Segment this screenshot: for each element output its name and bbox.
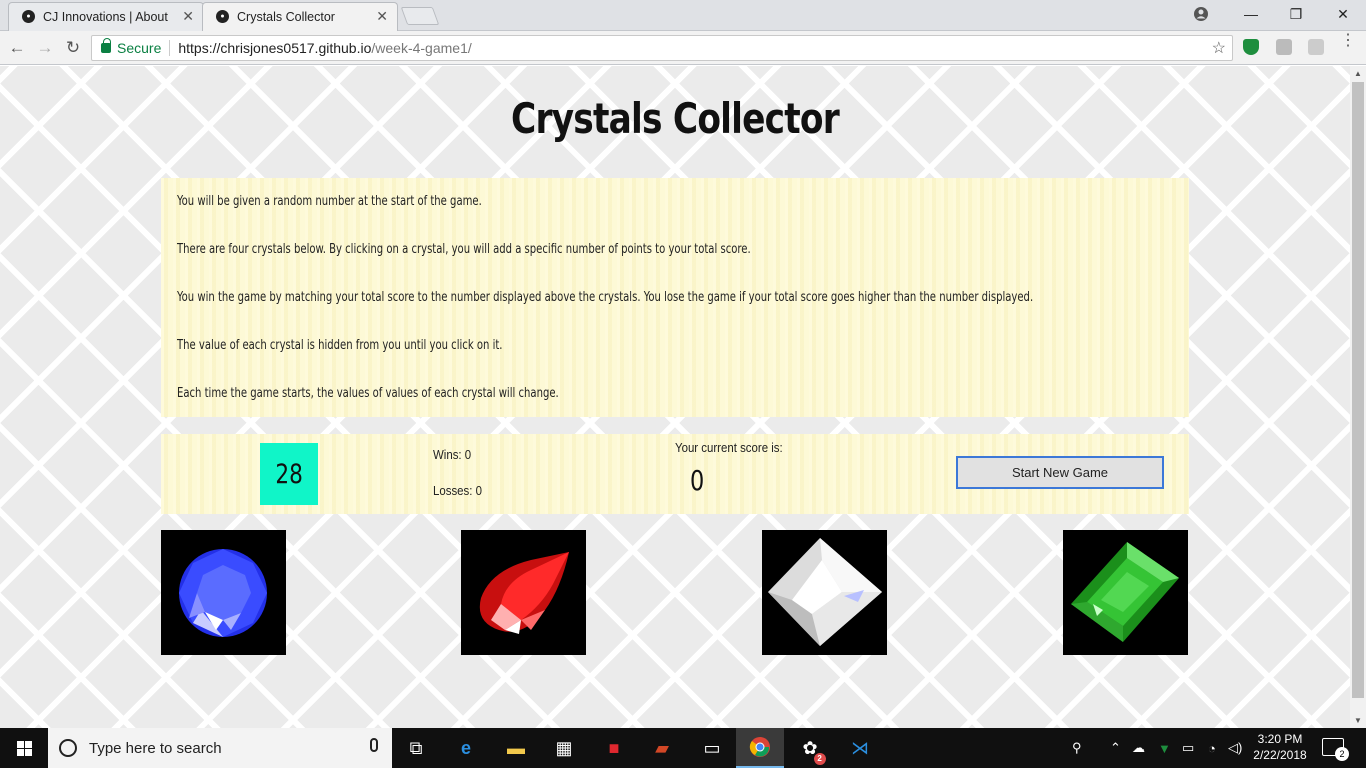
maximize-button[interactable]: ❐ xyxy=(1273,0,1319,28)
close-window-button[interactable]: ✕ xyxy=(1320,0,1366,28)
taskbar-clock[interactable]: 3:20 PM 2/22/2018 xyxy=(1248,731,1312,763)
show-hidden-icons-chevron-icon[interactable]: ⌃ xyxy=(1110,728,1121,768)
windows-logo-icon xyxy=(16,740,32,756)
secure-label: Secure xyxy=(117,40,162,56)
windows-start-button[interactable] xyxy=(0,728,48,768)
microphone-icon[interactable] xyxy=(370,738,378,752)
github-favicon-icon: ● xyxy=(216,10,229,23)
forward-arrow-icon[interactable]: → xyxy=(33,36,57,60)
taskbar-search-box[interactable]: Type here to search xyxy=(48,728,392,768)
instruction-line: You will be given a random number at the… xyxy=(177,194,482,209)
tab-crystals-collector[interactable]: ● Crystals Collector ✕ xyxy=(202,2,398,31)
back-arrow-icon[interactable]: ← xyxy=(5,36,29,60)
scroll-down-arrow-icon[interactable]: ▼ xyxy=(1354,716,1362,725)
close-tab-icon[interactable]: ✕ xyxy=(182,8,194,25)
reader-app-icon[interactable]: ■ xyxy=(590,728,638,768)
instruction-line: You win the game by matching your total … xyxy=(177,290,1034,305)
url-path: /week-4-game1/ xyxy=(371,40,472,56)
white-crystal-button[interactable] xyxy=(762,530,887,655)
search-placeholder: Type here to search xyxy=(89,739,222,757)
profile-icon[interactable] xyxy=(1178,0,1224,28)
green-crystal-icon xyxy=(1071,542,1179,642)
instruction-line: There are four crystals below. By clicki… xyxy=(177,242,751,257)
red-crystal-icon xyxy=(479,552,569,634)
chrome-taskbar-icon[interactable] xyxy=(736,728,784,768)
new-tab-button[interactable] xyxy=(400,7,440,25)
white-crystal-icon xyxy=(768,538,882,646)
lock-icon xyxy=(101,38,111,53)
instruction-line: Each time the game starts, the values of… xyxy=(177,386,559,401)
security-tray-icon[interactable]: ▼ xyxy=(1158,728,1171,768)
badge-count: 2 xyxy=(813,752,826,765)
cortana-icon xyxy=(59,739,77,757)
terminal-icon[interactable]: ▭ xyxy=(688,728,736,768)
extension-icon[interactable] xyxy=(1308,39,1324,55)
shield-extension-icon[interactable] xyxy=(1243,39,1259,55)
address-bar[interactable]: Secure https://chrisjones0517.github.io /… xyxy=(91,35,1233,61)
score-panel: 28 Wins: 0 Losses: 0 Your current score … xyxy=(161,434,1189,514)
file-explorer-icon[interactable]: ▬ xyxy=(492,728,540,768)
tab-cj-innovations[interactable]: ● CJ Innovations | About ✕ xyxy=(8,2,204,31)
start-new-game-button[interactable]: Start New Game xyxy=(956,456,1164,489)
target-number: 28 xyxy=(260,443,318,505)
tab-strip: ● CJ Innovations | About ✕ ● Crystals Co… xyxy=(0,0,1366,31)
scrollbar-thumb[interactable] xyxy=(1352,82,1364,698)
url-host: https://chrisjones0517.github.io xyxy=(178,40,372,56)
page-title: Crystals Collector xyxy=(511,94,840,143)
action-center-icon[interactable]: 2 xyxy=(1322,738,1349,761)
divider xyxy=(169,40,171,56)
browser-toolbar: ← → ↻ Secure https://chrisjones0517.gith… xyxy=(0,31,1366,65)
people-icon[interactable]: ⚲ xyxy=(1072,728,1082,768)
app-with-badge-icon[interactable]: ✿ 2 xyxy=(786,728,834,768)
onedrive-icon[interactable]: ☁ xyxy=(1132,728,1145,768)
tab-title: CJ Innovations | About xyxy=(43,9,168,24)
tab-title: Crystals Collector xyxy=(237,9,335,24)
wifi-icon[interactable]: ◔ xyxy=(1208,728,1216,768)
current-score: 0 xyxy=(690,464,705,497)
blue-crystal-button[interactable] xyxy=(161,530,286,655)
github-favicon-icon: ● xyxy=(22,10,35,23)
chrome-menu-icon[interactable]: ⋮ xyxy=(1340,33,1356,49)
notification-count: 2 xyxy=(1335,747,1349,761)
instruction-line: The value of each crystal is hidden from… xyxy=(177,338,503,353)
page-scrollbar[interactable]: ▲ ▼ xyxy=(1350,66,1366,728)
red-crystal-button[interactable] xyxy=(461,530,586,655)
minimize-button[interactable]: — xyxy=(1228,0,1274,28)
edge-browser-icon[interactable]: e xyxy=(442,728,490,768)
score-label: Your current score is: xyxy=(675,440,783,455)
volume-icon[interactable]: ◁) xyxy=(1228,728,1242,768)
extension-icon[interactable] xyxy=(1276,39,1292,55)
clock-date: 2/22/2018 xyxy=(1253,748,1307,762)
windows-taskbar: Type here to search ⧉ e ▬ ▦ ■ ▰ ▭ ✿ 2 ⋊ ⚲… xyxy=(0,728,1366,768)
wins-count: Wins: 0 xyxy=(433,447,472,462)
green-crystal-button[interactable] xyxy=(1063,530,1188,655)
clock-time: 3:20 PM xyxy=(1257,732,1303,746)
instructions-panel: You will be given a random number at the… xyxy=(161,178,1189,417)
store-icon[interactable]: ▦ xyxy=(540,728,588,768)
reload-icon[interactable]: ↻ xyxy=(61,36,85,60)
scroll-up-arrow-icon[interactable]: ▲ xyxy=(1354,69,1362,78)
page-viewport: Crystals Collector You will be given a r… xyxy=(0,66,1350,728)
powerpoint-icon[interactable]: ▰ xyxy=(638,728,686,768)
losses-count: Losses: 0 xyxy=(433,483,482,498)
battery-icon[interactable]: ▭ xyxy=(1182,728,1194,768)
bookmark-star-icon[interactable]: ☆ xyxy=(1212,38,1226,58)
vscode-icon[interactable]: ⋊ xyxy=(836,728,884,768)
task-view-icon[interactable]: ⧉ xyxy=(392,728,440,768)
blue-crystal-icon xyxy=(179,549,267,637)
close-tab-icon[interactable]: ✕ xyxy=(376,8,388,25)
